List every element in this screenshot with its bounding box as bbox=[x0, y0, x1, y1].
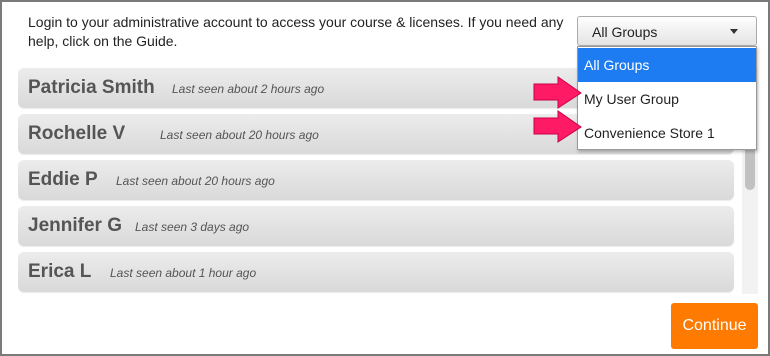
user-row-eddie-p[interactable]: Eddie P Last seen about 20 hours ago bbox=[18, 160, 734, 200]
annotation-arrow-icon bbox=[533, 110, 582, 143]
group-select[interactable]: All Groups bbox=[577, 16, 757, 46]
chevron-down-icon bbox=[730, 29, 738, 34]
user-name: Patricia Smith bbox=[28, 77, 155, 98]
user-name: Eddie P bbox=[28, 169, 98, 190]
user-name: Rochelle V bbox=[28, 123, 126, 144]
user-name: Erica L bbox=[28, 261, 92, 282]
user-name: Jennifer G bbox=[28, 215, 122, 236]
last-seen-text: Last seen about 20 hours ago bbox=[160, 128, 319, 142]
login-panel: Login to your administrative account to … bbox=[0, 0, 770, 356]
group-option-all-groups[interactable]: All Groups bbox=[578, 48, 756, 82]
last-seen-text: Last seen 3 days ago bbox=[135, 220, 250, 234]
group-option-convenience-store-1[interactable]: Convenience Store 1 bbox=[578, 116, 756, 150]
last-seen-text: Last seen about 20 hours ago bbox=[116, 174, 275, 188]
user-row-erica-l[interactable]: Erica L Last seen about 1 hour ago bbox=[18, 252, 734, 292]
last-seen-text: Last seen about 2 hours ago bbox=[172, 82, 325, 96]
group-dropdown-menu: All Groups My User Group Convenience Sto… bbox=[577, 46, 757, 150]
intro-text: Login to your administrative account to … bbox=[28, 14, 564, 49]
user-row-jennifer-g[interactable]: Jennifer G Last seen 3 days ago bbox=[18, 206, 734, 246]
group-option-my-user-group[interactable]: My User Group bbox=[578, 82, 756, 116]
last-seen-text: Last seen about 1 hour ago bbox=[110, 266, 257, 280]
continue-button[interactable]: Continue bbox=[671, 303, 758, 349]
annotation-arrow-icon bbox=[533, 76, 582, 109]
group-select-value: All Groups bbox=[592, 24, 658, 40]
